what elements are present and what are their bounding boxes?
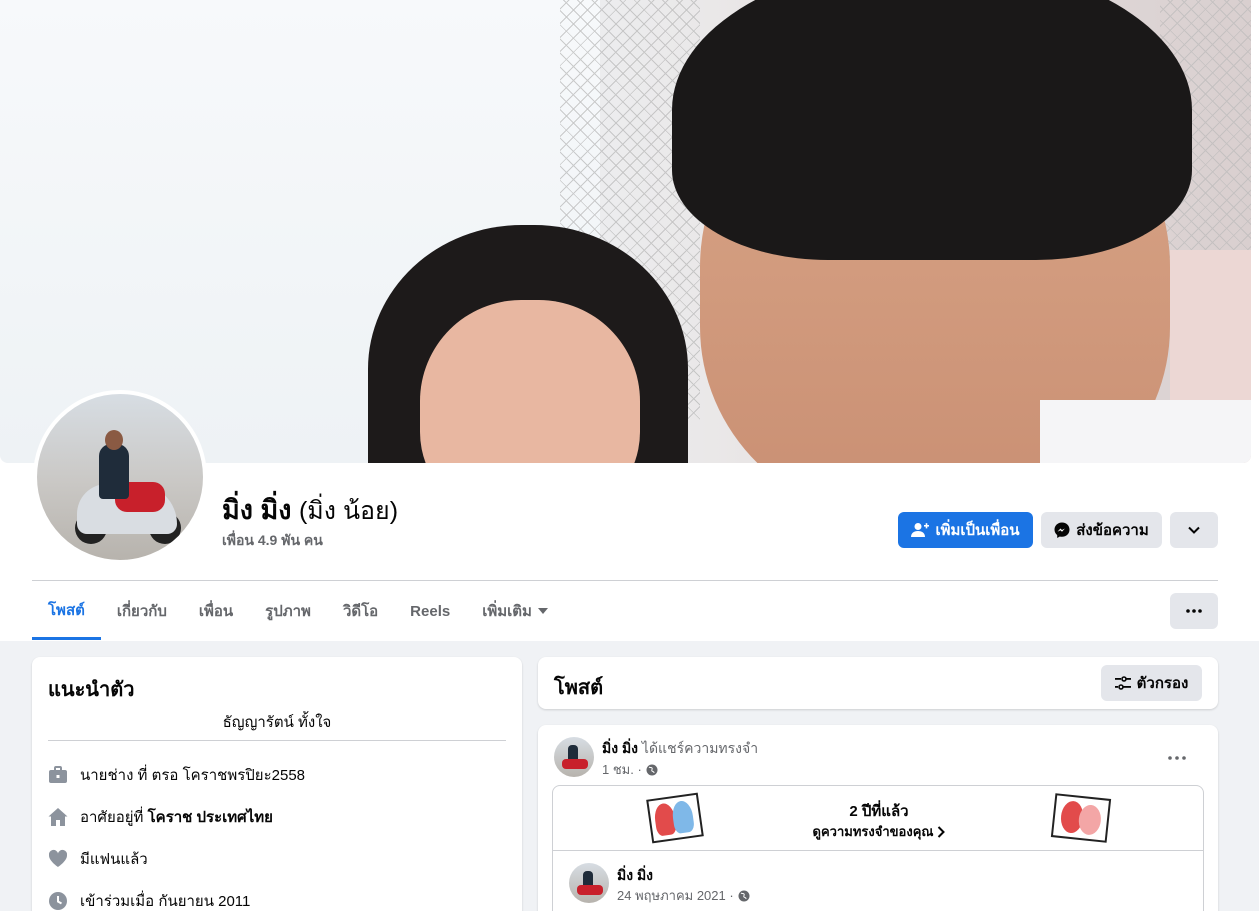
posts-header-card: โพสต์ ตัวกรอง — [538, 657, 1218, 709]
intro-relationship: มีแฟนแล้ว — [48, 847, 148, 871]
post-time[interactable]: 1 ชม. · — [602, 759, 642, 780]
intro-joined-text: เข้าร่วมเมื่อ กันยายน 2011 — [80, 893, 251, 910]
intro-lives-prefix: อาศัยอยู่ที่ — [80, 809, 148, 826]
post-header-line: มิ่ง มิ่ง ได้แชร์ความทรงจำ — [602, 738, 758, 760]
tab-more[interactable]: เพิ่มเติม — [466, 582, 564, 640]
chevron-right-icon — [938, 825, 946, 838]
profile-tabs: โพสต์ เกี่ยวกับ เพื่อน รูปภาพ วิดีโอ Ree… — [32, 582, 564, 640]
memory-link-text: ดูความทรงจำของคุณ — [812, 824, 934, 839]
tab-label: โพสต์ — [48, 601, 85, 619]
profile-name: มิ่ง มิ่ง (มิ่ง น้อย) — [222, 488, 398, 531]
filter-icon — [1114, 676, 1131, 690]
globe-icon — [646, 764, 658, 775]
profile-alternate-name: (มิ่ง น้อย) — [298, 497, 399, 525]
tab-videos[interactable]: วิดีโอ — [327, 582, 394, 640]
friends-count[interactable]: เพื่อน 4.9 พัน คน — [222, 530, 323, 552]
globe-icon — [738, 890, 750, 901]
add-friend-label: เพิ่มเป็นเพื่อน — [935, 522, 1020, 539]
post-card: มิ่ง มิ่ง ได้แชร์ความทรงจำ 1 ชม. · 2 ปีท… — [538, 725, 1218, 911]
inner-post-date[interactable]: 24 พฤษภาคม 2021 · — [617, 885, 734, 906]
posts-title: โพสต์ — [554, 677, 604, 699]
intro-card: แนะนำตัว ธัญญารัตน์ ทั้งใจ นายช่าง ที่ ต… — [32, 657, 522, 911]
tab-photos[interactable]: รูปภาพ — [249, 582, 327, 640]
intro-relationship-text: มีแฟนแล้ว — [80, 851, 148, 868]
intro-joined: เข้าร่วมเมื่อ กันยายน 2011 — [48, 889, 250, 911]
tab-about[interactable]: เกี่ยวกับ — [101, 582, 183, 640]
profile-header: มิ่ง มิ่ง (มิ่ง น้อย) เพื่อน 4.9 พัน คน … — [0, 0, 1259, 641]
chevron-down-icon — [1188, 526, 1200, 534]
add-friend-button[interactable]: เพิ่มเป็นเพื่อน — [898, 512, 1033, 548]
message-label: ส่งข้อความ — [1076, 522, 1149, 539]
ellipsis-icon — [1168, 756, 1186, 760]
profile-avatar[interactable] — [33, 390, 207, 564]
post-meta: 1 ชม. · — [602, 759, 658, 780]
ellipsis-icon — [1186, 609, 1202, 613]
tab-label: เกี่ยวกับ — [116, 603, 167, 620]
more-actions-button[interactable] — [1170, 512, 1218, 548]
filter-label: ตัวกรอง — [1136, 675, 1189, 692]
tab-friends[interactable]: เพื่อน — [183, 582, 249, 640]
intro-divider — [48, 740, 506, 741]
tab-label: เพิ่มเติม — [482, 603, 532, 620]
intro-bio: ธัญญารัตน์ ทั้งใจ — [222, 714, 332, 731]
memory-couple-illustration — [1050, 793, 1112, 843]
intro-lives-place[interactable]: โคราช ประเทศไทย — [148, 809, 273, 826]
inner-post-meta: 24 พฤษภาคม 2021 · — [617, 885, 750, 906]
intro-lives: อาศัยอยู่ที่ โคราช ประเทศไทย — [48, 805, 273, 829]
tab-label: Reels — [410, 602, 451, 620]
intro-title: แนะนำตัว — [48, 679, 135, 701]
memory-box: 2 ปีที่แล้ว ดูความทรงจำของคุณ มิ่ง มิ่ง … — [552, 785, 1204, 911]
post-author-name[interactable]: มิ่ง มิ่ง — [602, 740, 638, 756]
intro-work: นายช่าง ที่ ตรอ โคราชพรปิยะ2558 — [48, 763, 305, 787]
home-icon — [48, 808, 68, 826]
inner-author-name[interactable]: มิ่ง มิ่ง — [617, 865, 653, 887]
cover-photo[interactable] — [0, 0, 1251, 463]
message-button[interactable]: ส่งข้อความ — [1041, 512, 1162, 548]
tab-label: วิดีโอ — [342, 603, 379, 620]
add-friend-icon — [911, 523, 930, 537]
clock-icon — [49, 892, 67, 910]
post-options-button[interactable] — [1168, 747, 1186, 765]
tab-label: เพื่อน — [198, 603, 234, 620]
inner-author-avatar[interactable] — [569, 863, 609, 903]
intro-work-text: นายช่าง ที่ ตรอ โคราชพรปิยะ2558 — [80, 767, 306, 784]
tab-reels[interactable]: Reels — [394, 582, 466, 640]
tab-label: รูปภาพ — [265, 603, 311, 620]
messenger-icon — [1054, 522, 1070, 538]
caret-down-icon — [537, 608, 548, 614]
profile-name-text: มิ่ง มิ่ง — [222, 495, 292, 525]
header-divider — [32, 580, 1218, 581]
heart-icon — [48, 849, 68, 867]
memory-divider — [553, 850, 1203, 851]
post-author-avatar[interactable] — [554, 737, 594, 777]
briefcase-icon — [49, 766, 67, 783]
filter-button[interactable]: ตัวกรอง — [1101, 665, 1202, 701]
post-action-text: ได้แชร์ความทรงจำ — [641, 740, 759, 756]
tab-posts[interactable]: โพสต์ — [32, 582, 101, 640]
tabs-overflow-button[interactable] — [1170, 593, 1218, 629]
